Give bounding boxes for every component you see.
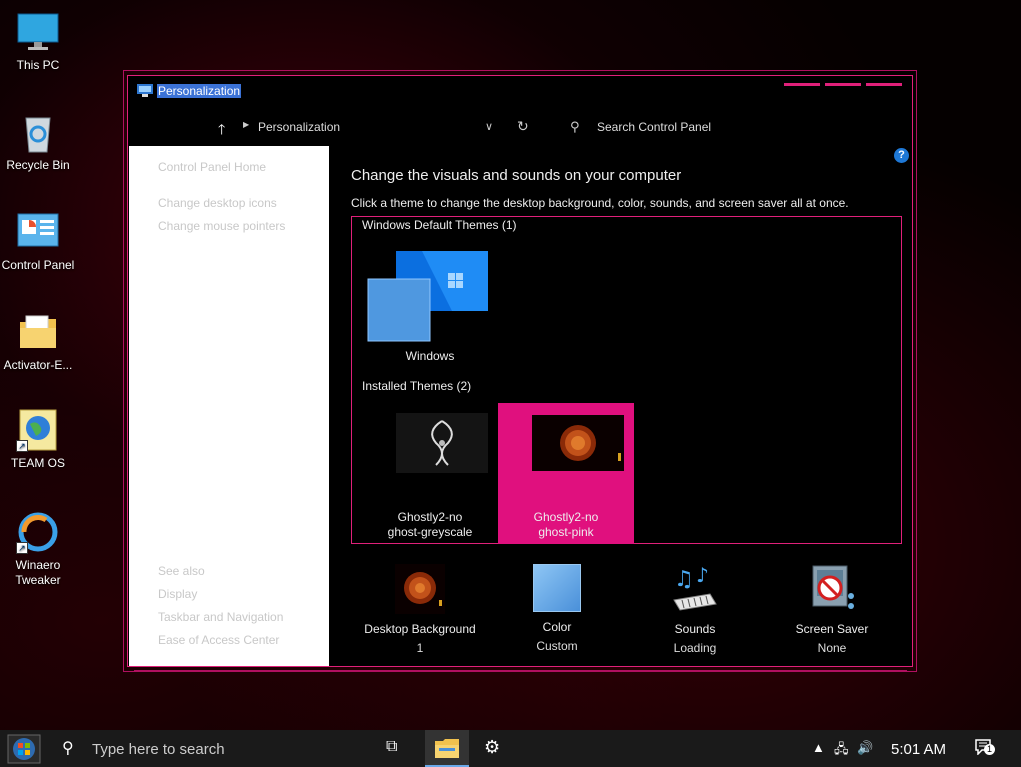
refresh-icon[interactable]: ↻ [517, 118, 529, 135]
taskbar: ⚲ Type here to search ⧉ ⚙ ▲ 🖧 🔊 5:01 AM … [0, 730, 1021, 767]
color-button[interactable]: Color Custom [487, 564, 627, 653]
chevron-up-icon[interactable]: ▲ [812, 740, 825, 755]
desktop-icon-label: TEAM OS [10, 456, 65, 470]
theme-name-line1: Ghostly2-no [397, 510, 463, 524]
taskbar-navigation-link[interactable]: Taskbar and Navigation [158, 610, 283, 624]
control-panel-home-link[interactable]: Control Panel Home [158, 160, 266, 174]
taskbar-search-input[interactable]: Type here to search [92, 741, 225, 758]
theme-name-line2: ghost-greyscale [387, 525, 473, 539]
up-arrow-icon[interactable]: 🡑 [218, 119, 225, 143]
clock[interactable]: 5:01 AM [891, 741, 946, 758]
svg-text:♪: ♪ [696, 564, 709, 587]
screen-saver-icon [807, 564, 857, 614]
color-label: Color [542, 620, 572, 634]
personalization-window: Personalization 🡑 ▶ Personalization ∨ ↻ … [127, 75, 913, 667]
display-link[interactable]: Display [158, 587, 197, 601]
notification-icon[interactable]: 1 [975, 739, 995, 756]
folder-icon [435, 739, 459, 758]
desktop-background-button[interactable]: Desktop Background 1 [350, 564, 490, 655]
change-mouse-pointers-link[interactable]: Change mouse pointers [158, 219, 285, 233]
title-bar[interactable]: Personalization [128, 76, 912, 106]
maximize-button[interactable] [825, 83, 861, 86]
theme-ghostly-pink[interactable]: Ghostly2-no ghost-pink [498, 403, 634, 544]
search-icon: ⚲ [570, 119, 580, 134]
sounds-value: Loading [673, 641, 717, 655]
desktop-icon-team-os[interactable]: ↗ TEAM OS [0, 408, 76, 471]
windows-theme-preview [362, 251, 498, 343]
theme-ghostly-greyscale[interactable]: Ghostly2-no ghost-greyscale [362, 403, 498, 544]
desktop-background-label: Desktop Background [364, 622, 476, 636]
side-pane: Control Panel Home Change desktop icons … [129, 146, 329, 666]
screen-saver-label: Screen Saver [795, 622, 869, 636]
chevron-down-icon[interactable]: ∨ [485, 120, 493, 133]
close-button[interactable] [866, 83, 902, 86]
theme-name: Windows [405, 349, 455, 363]
desktop-icon-control-panel[interactable]: Control Panel [0, 210, 76, 273]
file-explorer-button[interactable] [425, 730, 469, 767]
screen-saver-button[interactable]: Screen Saver None [762, 564, 902, 655]
group-label: Windows Default Themes (1) [362, 218, 517, 232]
recycle-bin-icon [16, 110, 60, 154]
page-subtitle: Click a theme to change the desktop back… [351, 196, 849, 210]
search-input[interactable]: Search Control Panel [597, 120, 711, 134]
greyscale-theme-preview [396, 413, 488, 473]
desktop-icon-label: This PC [16, 58, 60, 72]
see-also-heading: See also [158, 564, 205, 578]
help-icon[interactable]: ? [894, 148, 909, 163]
desktop-icon-label: Recycle Bin [6, 158, 70, 172]
window-frame-line [134, 670, 907, 671]
theme-name-line1: Ghostly2-no [533, 510, 599, 524]
desktop-background-value: 1 [416, 641, 424, 655]
desktop-icon-recycle-bin[interactable]: Recycle Bin [0, 110, 76, 173]
sounds-icon: ♫ ♪ [670, 563, 720, 614]
winaero-tweaker-icon: ↗ [16, 510, 60, 554]
notification-count: 1 [984, 744, 995, 755]
task-view-icon[interactable]: ⧉ [386, 738, 397, 756]
settings-gear-icon[interactable]: ⚙ [484, 737, 500, 758]
theme-windows[interactable]: Windows [362, 245, 498, 386]
page-title: Change the visuals and sounds on your co… [351, 167, 682, 184]
window-title: Personalization [157, 84, 242, 98]
desktop-icon-label: Control Panel [1, 258, 75, 272]
desktop-icon-label: Activator-E... [3, 358, 73, 372]
sounds-label: Sounds [674, 622, 716, 636]
color-swatch-icon [533, 564, 581, 612]
network-icon[interactable]: 🖧 [834, 740, 849, 762]
color-value: Custom [536, 639, 578, 653]
personalization-icon [137, 84, 153, 97]
chevron-right-icon[interactable]: ▶ [243, 120, 249, 129]
shortcut-arrow-icon: ↗ [16, 542, 28, 554]
desktop-icon-winaero-tweaker[interactable]: ↗ Winaero Tweaker [0, 510, 76, 588]
volume-icon[interactable]: 🔊 [857, 740, 873, 756]
shortcut-arrow-icon: ↗ [16, 440, 28, 452]
search-icon[interactable]: ⚲ [62, 738, 74, 758]
desktop-icon-this-pc[interactable]: This PC [0, 10, 76, 73]
ease-of-access-link[interactable]: Ease of Access Center [158, 633, 279, 647]
desktop-icon-label: Winaero Tweaker [15, 558, 61, 587]
screen-saver-value: None [817, 641, 847, 655]
theme-name-line2: ghost-pink [538, 525, 594, 539]
sounds-button[interactable]: ♫ ♪ Sounds Loading [625, 563, 765, 655]
breadcrumb[interactable]: Personalization [258, 120, 340, 134]
desktop-background-icon [395, 564, 445, 614]
pink-theme-preview [532, 415, 624, 471]
control-panel-icon [16, 210, 60, 254]
monitor-icon [16, 10, 60, 54]
theme-list: Windows Default Themes (1) Windows Insta… [351, 216, 902, 544]
svg-text:♫: ♫ [674, 567, 694, 592]
globe-shortcut-icon: ↗ [16, 408, 60, 452]
address-bar: 🡑 ▶ Personalization ∨ ↻ ⚲ Search Control… [128, 112, 912, 142]
folder-icon [16, 310, 60, 354]
group-label: Installed Themes (2) [362, 379, 472, 393]
minimize-button[interactable] [784, 83, 820, 86]
change-desktop-icons-link[interactable]: Change desktop icons [158, 196, 277, 210]
desktop-icon-activator[interactable]: Activator-E... [0, 310, 76, 373]
start-button[interactable] [6, 733, 42, 765]
